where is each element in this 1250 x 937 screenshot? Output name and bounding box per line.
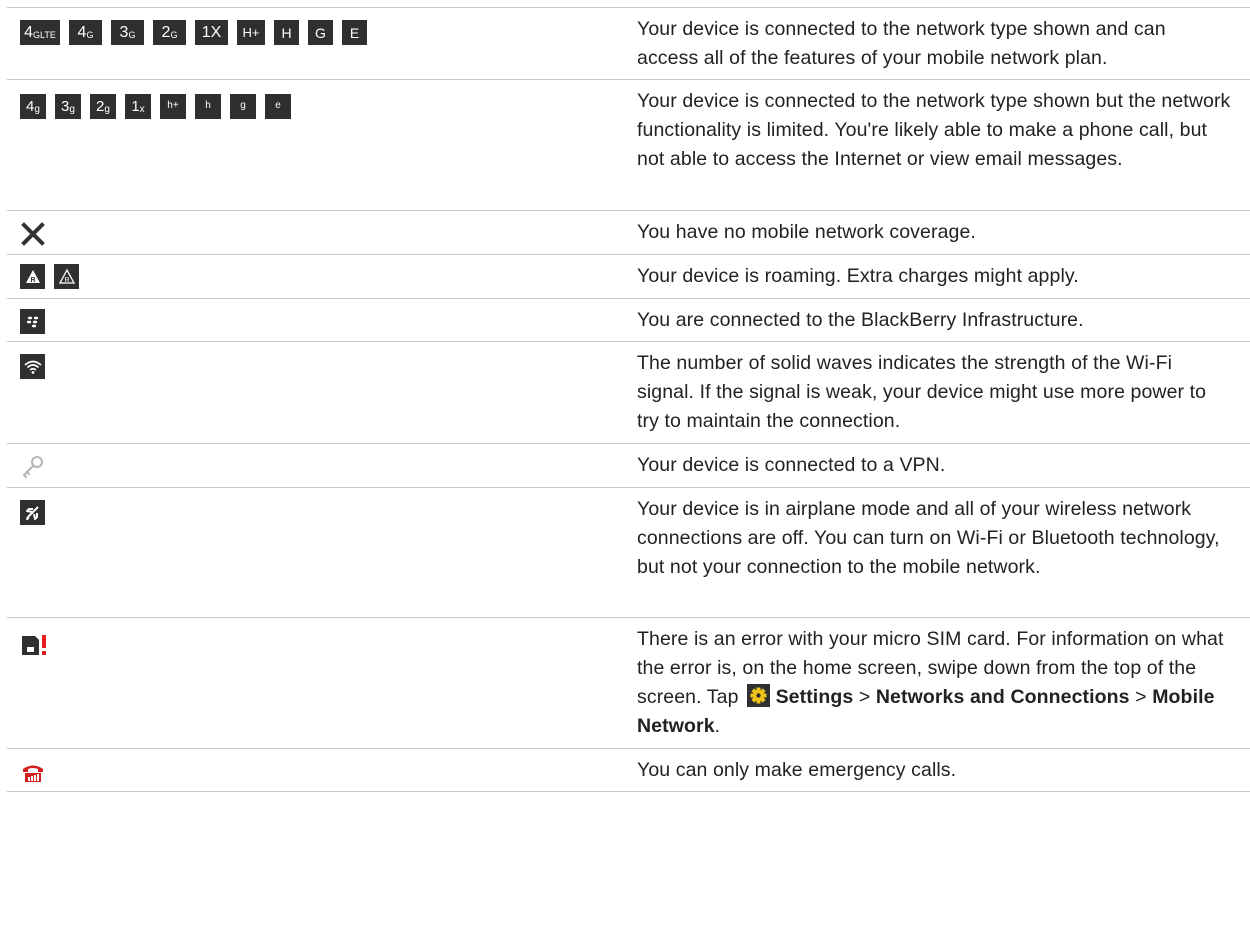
edge-limited-icon: e: [265, 94, 291, 119]
hspa-icon: H: [274, 20, 299, 45]
row-description: You are connected to the BlackBerry Infr…: [637, 309, 1084, 331]
3g-icon: 3G: [111, 20, 144, 45]
svg-text:R: R: [30, 277, 35, 284]
table-row: R R Your device is roaming. Extra charge…: [7, 254, 1250, 298]
4g-icon: 4G: [69, 20, 102, 45]
row-description: Your device is in airplane mode and all …: [637, 498, 1220, 578]
table-row: The number of solid waves indicates the …: [7, 341, 1250, 443]
table-row: Your device is connected to a VPN.: [7, 443, 1250, 487]
hspa-limited-icon: h: [195, 94, 221, 119]
table-row: Your device is in airplane mode and all …: [7, 487, 1250, 617]
row-description: Your device is roaming. Extra charges mi…: [637, 265, 1079, 287]
row-description: There is an error with your micro SIM ca…: [637, 628, 1224, 737]
no-coverage-icon: [20, 221, 45, 246]
table-row: There is an error with your micro SIM ca…: [7, 617, 1250, 748]
hspa-plus-limited-icon: h+: [160, 94, 186, 119]
svg-text:R: R: [64, 277, 69, 284]
hspa-plus-icon: H+: [237, 20, 265, 45]
row-description: Your device is connected to a VPN.: [637, 454, 946, 476]
table-row: You have no mobile network coverage.: [7, 210, 1250, 254]
2g-limited-icon: 2g: [90, 94, 116, 119]
gear-icon: [746, 684, 770, 707]
table-row: 4g 3g 2g 1x h+ h g e Your device is conn…: [7, 79, 1250, 210]
emergency-call-icon: [20, 759, 45, 784]
sim-error-icon: [20, 632, 50, 657]
2g-icon: 2G: [153, 20, 186, 45]
1x-icon: 1X: [195, 20, 228, 45]
row-description: Your device is connected to the network …: [637, 18, 1166, 69]
row-description: The number of solid waves indicates the …: [637, 352, 1207, 432]
airplane-icon: [20, 500, 45, 525]
table-row: 4 GLTE 4G 3G 2G 1X H+ H G E Your device …: [7, 7, 1250, 79]
edge-icon: E: [342, 20, 367, 45]
row-description: You have no mobile network coverage.: [637, 221, 976, 243]
1x-limited-icon: 1x: [125, 94, 151, 119]
limited-network-icons: 4g 3g 2g 1x h+ h g e: [20, 94, 300, 119]
gprs-icon: G: [308, 20, 333, 45]
table-row: You are connected to the BlackBerry Infr…: [7, 298, 1250, 341]
4g-limited-icon: 4g: [20, 94, 46, 119]
3g-limited-icon: 3g: [55, 94, 81, 119]
row-description: Your device is connected to the network …: [637, 90, 1231, 170]
row-description: You can only make emergency calls.: [637, 759, 957, 781]
wifi-icon: [20, 354, 45, 379]
blackberry-icon: [20, 309, 45, 334]
network-icons-table: 4 GLTE 4G 3G 2G 1X H+ H G E Your device …: [7, 7, 1250, 792]
gprs-limited-icon: g: [230, 94, 256, 119]
roaming-icon: R: [20, 264, 45, 289]
network-type-icons: 4 GLTE 4G 3G 2G 1X H+ H G E: [20, 20, 376, 45]
table-row: You can only make emergency calls.: [7, 748, 1250, 792]
roaming-outline-icon: R: [54, 264, 79, 289]
4g-lte-icon: 4 GLTE: [20, 20, 60, 45]
vpn-key-icon: [20, 454, 45, 479]
